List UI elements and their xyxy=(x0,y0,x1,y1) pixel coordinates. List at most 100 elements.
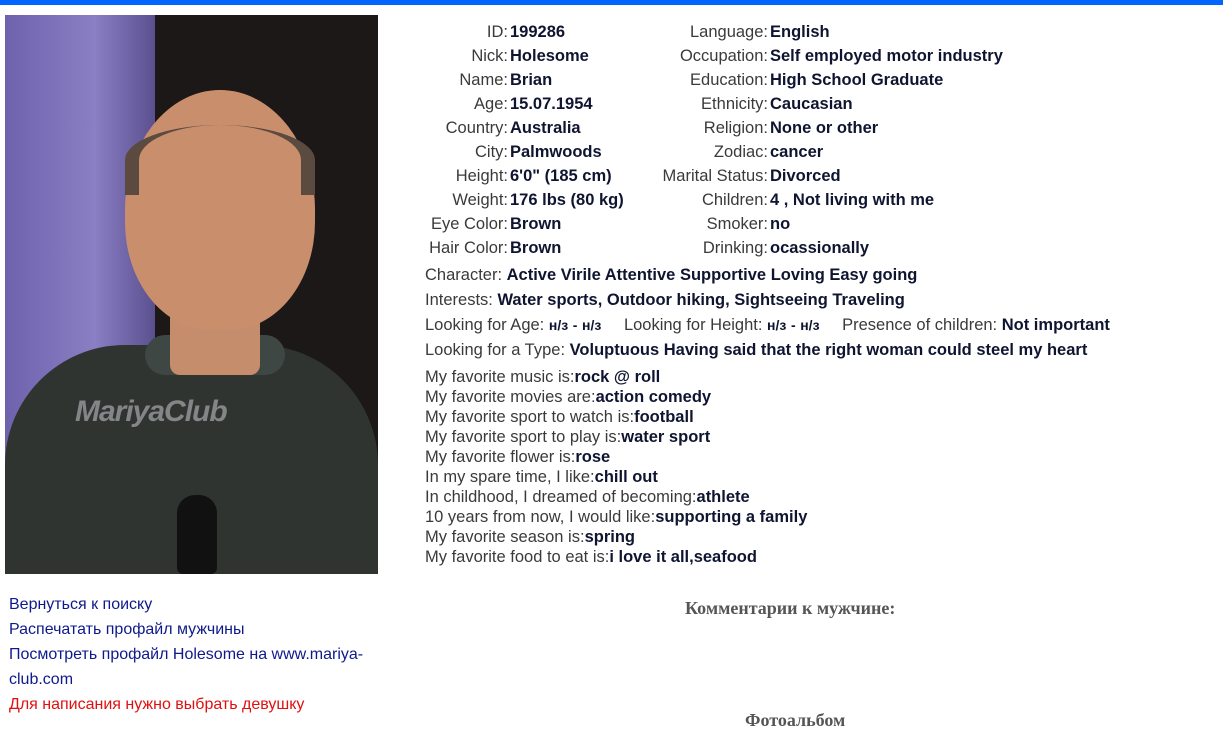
detail-row-drinking: Drinking: ocassionally xyxy=(640,236,1160,260)
photo-sunglasses xyxy=(177,495,217,574)
looking-type-value: Voluptuous Having said that the right wo… xyxy=(569,341,1088,359)
looking-height-separator: - xyxy=(790,317,796,333)
favorite-value: water sport xyxy=(621,428,711,446)
detail-label: Height: xyxy=(455,167,508,185)
detail-value: 176 lbs (80 kg) xyxy=(510,191,624,209)
detail-label: Drinking: xyxy=(702,239,768,257)
detail-value: High School Graduate xyxy=(770,71,944,89)
favorite-value: i love it all,seafood xyxy=(609,548,757,566)
favorite-label: My favorite sport to play is: xyxy=(425,428,622,446)
detail-row-marital-status: Marital Status: Divorced xyxy=(640,164,1160,188)
favorite-value: spring xyxy=(584,528,635,546)
detail-label: Country: xyxy=(445,119,508,137)
looking-age-from: н/з xyxy=(548,317,569,333)
favorite-label: My favorite movies are: xyxy=(425,388,596,406)
view-profile-link[interactable]: Посмотреть профайл Holesome на www.mariy… xyxy=(9,642,384,692)
favorite-label: My favorite season is: xyxy=(425,528,585,546)
detail-label: Age: xyxy=(474,95,508,113)
detail-label: Hair Color: xyxy=(429,239,508,257)
detail-row-name: Name: Brian xyxy=(380,68,680,92)
detail-row-id: ID: 199286 xyxy=(380,20,680,44)
interests-line: Interests: Water sports, Outdoor hiking,… xyxy=(425,291,905,310)
detail-row-zodiac: Zodiac: cancer xyxy=(640,140,1160,164)
detail-row-religion: Religion: None or other xyxy=(640,116,1160,140)
print-profile-link[interactable]: Распечатать профайл мужчины xyxy=(9,617,384,642)
favorite-sport-play: My favorite sport to play is:water sport xyxy=(425,427,807,447)
profile-actions: Вернуться к поиску Распечатать профайл м… xyxy=(9,592,384,717)
detail-row-language: Language: English xyxy=(640,20,1160,44)
looking-age-label: Looking for Age: xyxy=(425,316,545,334)
detail-label: Religion: xyxy=(703,119,768,137)
detail-value: Self employed motor industry xyxy=(770,47,1003,65)
children-presence-label: Presence of children: xyxy=(842,316,998,334)
detail-value: Holesome xyxy=(510,47,589,65)
favorite-sport-watch: My favorite sport to watch is:football xyxy=(425,407,807,427)
looking-type-line: Looking for a Type: Voluptuous Having sa… xyxy=(425,341,1087,360)
detail-row-age: Age: 15.07.1954 xyxy=(380,92,680,116)
detail-label: Marital Status: xyxy=(662,167,768,185)
looking-type-label: Looking for a Type: xyxy=(425,341,566,359)
detail-label: Zodiac: xyxy=(713,143,768,161)
detail-label: Language: xyxy=(690,23,768,41)
favorites-list: My favorite music is:rock @ roll My favo… xyxy=(425,367,807,567)
favorite-ten-years: 10 years from now, I would like:supporti… xyxy=(425,507,807,527)
detail-value: Brown xyxy=(510,215,562,233)
detail-value: English xyxy=(770,23,830,41)
back-to-search-link[interactable]: Вернуться к поиску xyxy=(9,592,384,617)
detail-row-country: Country: Australia xyxy=(380,116,680,140)
detail-row-weight: Weight: 176 lbs (80 kg) xyxy=(380,188,680,212)
favorite-season: My favorite season is:spring xyxy=(425,527,807,547)
favorite-spare-time: In my spare time, I like:chill out xyxy=(425,467,807,487)
detail-row-city: City: Palmwoods xyxy=(380,140,680,164)
detail-row-smoker: Smoker: no xyxy=(640,212,1160,236)
interests-value: Water sports, Outdoor hiking, Sightseein… xyxy=(497,291,905,309)
favorite-value: rose xyxy=(575,448,611,466)
detail-value: Caucasian xyxy=(770,95,853,113)
detail-label: Education: xyxy=(690,71,768,89)
detail-row-eye-color: Eye Color: Brown xyxy=(380,212,680,236)
detail-label: Name: xyxy=(459,71,508,89)
favorite-flower: My favorite flower is:rose xyxy=(425,447,807,467)
detail-value: None or other xyxy=(770,119,879,137)
favorite-value: rock @ roll xyxy=(574,368,661,386)
detail-label: Smoker: xyxy=(706,215,768,233)
favorite-label: In childhood, I dreamed of becoming: xyxy=(425,488,697,506)
character-label: Character: xyxy=(425,266,503,284)
interests-label: Interests: xyxy=(425,291,493,309)
detail-label: Nick: xyxy=(471,47,508,65)
favorite-music: My favorite music is:rock @ roll xyxy=(425,367,807,387)
detail-value: ocassionally xyxy=(770,239,870,257)
detail-value: no xyxy=(770,215,791,233)
detail-row-education: Education: High School Graduate xyxy=(640,68,1160,92)
detail-value: 4 , Not living with me xyxy=(770,191,935,209)
detail-value: 15.07.1954 xyxy=(510,95,593,113)
detail-value: 6'0" (185 cm) xyxy=(510,167,612,185)
favorite-value: athlete xyxy=(696,488,750,506)
favorite-food: My favorite food to eat is:i love it all… xyxy=(425,547,807,567)
children-presence-value: Not important xyxy=(1001,316,1110,334)
favorite-value: chill out xyxy=(594,468,658,486)
detail-value: Brown xyxy=(510,239,562,257)
profile-photo[interactable]: MariyaClub xyxy=(5,15,378,574)
favorite-label: 10 years from now, I would like: xyxy=(425,508,656,526)
detail-label: Ethnicity: xyxy=(701,95,768,113)
looking-age-to: н/з xyxy=(582,317,602,333)
detail-row-height: Height: 6'0" (185 cm) xyxy=(380,164,680,188)
detail-label: Children: xyxy=(701,191,768,209)
detail-label: ID: xyxy=(486,23,508,41)
detail-value: Palmwoods xyxy=(510,143,602,161)
detail-row-children: Children: 4 , Not living with me xyxy=(640,188,1160,212)
detail-value: Australia xyxy=(510,119,581,137)
character-value: Active Virile Attentive Supportive Lovin… xyxy=(506,266,918,284)
profile-details-left: ID: 199286 Nick: Holesome Name: Brian Age: 1… xyxy=(380,20,680,260)
favorite-label: My favorite music is: xyxy=(425,368,575,386)
detail-value: 199286 xyxy=(510,23,566,41)
top-accent-bar xyxy=(0,0,1223,5)
detail-row-occupation: Occupation: Self employed motor industry xyxy=(640,44,1160,68)
detail-row-nick: Nick: Holesome xyxy=(380,44,680,68)
favorite-label: My favorite sport to watch is: xyxy=(425,408,635,426)
detail-label: Eye Color: xyxy=(430,215,508,233)
photo-watermark: MariyaClub xyxy=(75,395,228,428)
favorite-value: supporting a family xyxy=(655,508,808,526)
favorite-label: My favorite food to eat is: xyxy=(425,548,610,566)
